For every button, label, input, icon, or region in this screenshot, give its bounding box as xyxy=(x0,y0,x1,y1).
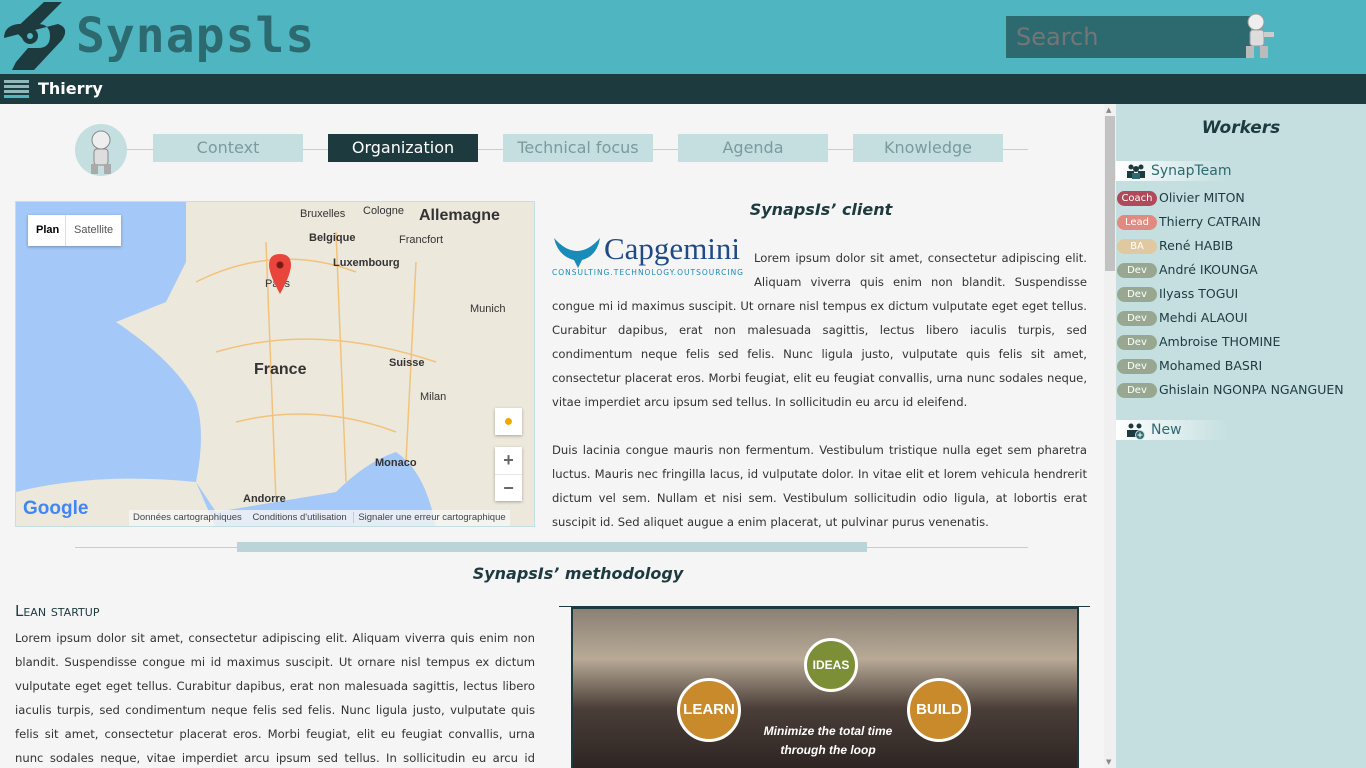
lean-startup-paragraph: Lorem ipsum dolor sit amet, consectetur … xyxy=(15,631,535,765)
map-label: France xyxy=(254,361,307,378)
workers-sidebar: Workers SynapTeam Coach Olivier MITON Lead… xyxy=(1116,104,1366,768)
map-label: Belgique xyxy=(309,232,356,244)
lean-startup-heading: Lean startup xyxy=(15,602,100,620)
worker-name: Mohamed BASRI xyxy=(1159,358,1263,373)
map-label: Bruxelles xyxy=(300,208,346,220)
map-label: Monaco xyxy=(375,457,417,469)
tab-knowledge[interactable]: Knowledge xyxy=(853,134,1003,162)
scrollbar-thumb[interactable] xyxy=(1105,116,1115,271)
worker-name: Thierry CATRAIN xyxy=(1159,214,1261,229)
worker-name: André IKOUNGA xyxy=(1159,262,1258,277)
worker-item[interactable]: Dev Ghislain NGONPA NGANGUEN xyxy=(1117,382,1344,402)
worker-name: Olivier MITON xyxy=(1159,190,1245,205)
header: Synapsls xyxy=(0,0,1366,74)
loop-caption: Minimize the total time through the loop xyxy=(763,724,893,757)
client-location-map[interactable]: Plan Satellite Bruxelles Cologne Allemag… xyxy=(15,201,535,527)
client-title: SynapsIs’ client xyxy=(749,200,893,219)
search-input[interactable] xyxy=(1006,16,1251,58)
map-label: Cologne xyxy=(363,205,404,217)
map-report-error-link[interactable]: Signaler une erreur cartographique xyxy=(353,512,510,523)
workers-title: Workers xyxy=(1201,118,1281,138)
map-satellite-button[interactable]: Satellite xyxy=(65,215,113,246)
role-badge: Dev xyxy=(1117,311,1157,326)
worker-name: René HABIB xyxy=(1159,238,1234,253)
map-label: Munich xyxy=(470,303,506,315)
map-label: Luxembourg xyxy=(333,257,400,269)
role-badge: Dev xyxy=(1117,359,1157,374)
worker-item[interactable]: BA René HABIB xyxy=(1117,238,1233,258)
map-label: Andorre xyxy=(243,493,286,505)
section-divider-bar xyxy=(237,542,867,552)
worker-item[interactable]: Dev André IKOUNGA xyxy=(1117,262,1258,282)
main-scrollbar[interactable]: ▲ ▼ xyxy=(1104,104,1116,768)
new-team-button[interactable]: New xyxy=(1116,420,1226,440)
map-data-link[interactable]: Données cartographiques xyxy=(129,512,246,523)
robot-mascot-icon xyxy=(1246,13,1274,58)
build-circle: BUILD xyxy=(907,678,971,742)
worker-item[interactable]: Coach Olivier MITON xyxy=(1117,190,1245,210)
tab-organization[interactable]: Organization xyxy=(328,134,478,162)
zoom-in-button[interactable]: + xyxy=(495,447,522,474)
map-type-control: Plan Satellite xyxy=(28,215,121,246)
worker-item[interactable]: Dev Mehdi ALAOUI xyxy=(1117,310,1248,330)
role-badge: Dev xyxy=(1117,287,1157,302)
team-name: SynapTeam xyxy=(1151,163,1232,179)
add-team-icon xyxy=(1127,423,1145,440)
map-label: Suisse xyxy=(389,357,425,369)
role-badge: Dev xyxy=(1117,263,1157,278)
map-label: Francfort xyxy=(399,234,444,246)
map-footer: Données cartographiques Conditions d'uti… xyxy=(129,510,510,526)
robot-avatar xyxy=(75,124,127,176)
role-badge: Lead xyxy=(1117,215,1157,230)
map-terms-link[interactable]: Conditions d'utilisation xyxy=(248,512,350,523)
main-content: Context Organization Technical focus Age… xyxy=(0,104,1104,768)
worker-name: Ghislain NGONPA NGANGUEN xyxy=(1159,382,1344,397)
worker-name: Ilyass TOGUI xyxy=(1159,286,1239,301)
map-label: Milan xyxy=(420,391,447,403)
map-label: Allemagne xyxy=(419,207,500,224)
map-zoom-control: + − xyxy=(495,447,522,501)
team-synapteam[interactable]: SynapTeam xyxy=(1116,161,1232,181)
map-marker-icon[interactable] xyxy=(269,254,291,294)
synapsis-logo[interactable]: Synapsls xyxy=(4,2,314,70)
lean-startup-image: IDEAS LEARN BUILD Minimize the total tim… xyxy=(571,607,1079,768)
worker-name: Mehdi ALAOUI xyxy=(1159,310,1248,325)
learn-circle: LEARN xyxy=(677,678,741,742)
role-badge: Dev xyxy=(1117,383,1157,398)
role-badge: BA xyxy=(1117,239,1157,254)
tab-agenda[interactable]: Agenda xyxy=(678,134,828,162)
worker-item[interactable]: Dev Mohamed BASRI xyxy=(1117,358,1262,378)
street-view-pegman-icon[interactable]: ● xyxy=(495,408,522,435)
client-paragraph-2: Duis lacinia congue mauris non fermentum… xyxy=(552,443,1087,529)
map-plan-button[interactable]: Plan xyxy=(36,224,59,236)
ideas-circle: IDEAS xyxy=(804,638,858,692)
worker-item[interactable]: Dev Ilyass TOGUI xyxy=(1117,286,1238,306)
zoom-out-button[interactable]: − xyxy=(495,474,522,501)
tab-technical-focus[interactable]: Technical focus xyxy=(503,134,653,162)
role-badge: Dev xyxy=(1117,335,1157,350)
logo-mark-icon xyxy=(4,2,66,70)
worker-item[interactable]: Dev Ambroise THOMINE xyxy=(1117,334,1280,354)
worker-item[interactable]: Lead Thierry CATRAIN xyxy=(1117,214,1261,234)
role-badge: Coach xyxy=(1117,191,1157,206)
google-logo: Google xyxy=(23,498,89,519)
capgemini-logo: Capgemini CONSULTING.TECHNOLOGY.OUTSOURC… xyxy=(552,231,744,278)
methodology-title: SynapsIs’ methodology xyxy=(472,564,684,583)
user-bar: Thierry xyxy=(0,74,1366,104)
new-label: New xyxy=(1151,422,1182,438)
worker-name: Ambroise THOMINE xyxy=(1159,334,1281,349)
team-icon xyxy=(1127,164,1145,179)
client-description: Capgemini CONSULTING.TECHNOLOGY.OUTSOURC… xyxy=(552,232,1087,534)
username: Thierry xyxy=(38,79,103,98)
hamburger-menu-icon[interactable] xyxy=(4,80,29,99)
tab-context[interactable]: Context xyxy=(153,134,303,162)
